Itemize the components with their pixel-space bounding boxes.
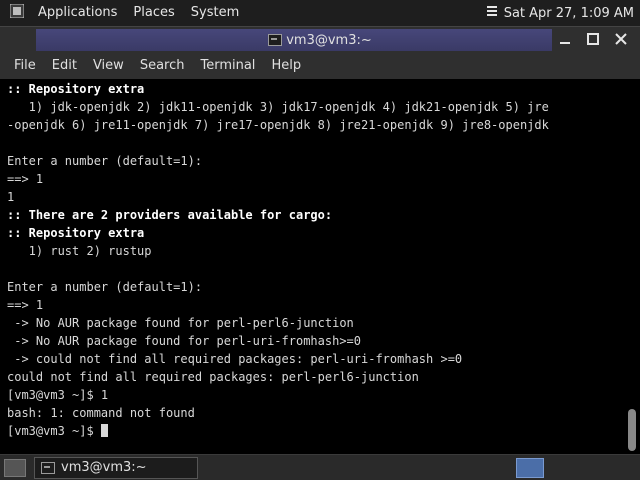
terminal-line: :: There are 2 providers available for c… bbox=[7, 208, 333, 222]
system-menu[interactable]: System bbox=[183, 0, 247, 26]
window-menubar: File Edit View Search Terminal Help bbox=[0, 53, 640, 79]
terminal-line: bash: 1: command not found bbox=[7, 406, 195, 420]
top-panel: Applications Places System Sat Apr 27, 1… bbox=[0, 0, 640, 26]
taskbar-task-label: vm3@vm3:~ bbox=[61, 460, 147, 475]
taskbar-terminal-button[interactable]: vm3@vm3:~ bbox=[34, 456, 198, 479]
menu-view[interactable]: View bbox=[85, 53, 132, 79]
terminal-icon bbox=[268, 34, 283, 46]
window-title-text: vm3@vm3:~ bbox=[286, 32, 372, 48]
workspace-switcher-icon[interactable] bbox=[516, 457, 544, 478]
terminal-line: 1 bbox=[7, 190, 15, 204]
menu-search[interactable]: Search bbox=[132, 53, 193, 79]
menu-icon[interactable] bbox=[486, 4, 498, 22]
menu-help[interactable]: Help bbox=[263, 53, 309, 79]
minimize-button[interactable] bbox=[554, 29, 576, 51]
terminal-line: [vm3@vm3 ~]$ 1 bbox=[7, 388, 109, 402]
menu-terminal[interactable]: Terminal bbox=[192, 53, 263, 79]
text-cursor bbox=[100, 424, 108, 437]
terminal-output[interactable]: :: Repository extra 1) jdk-openjdk 2) jd… bbox=[0, 79, 640, 455]
places-menu[interactable]: Places bbox=[125, 0, 182, 26]
applications-icon[interactable] bbox=[9, 3, 25, 22]
terminal-line: Enter a number (default=1): bbox=[7, 154, 203, 168]
terminal-line: ==> 1 bbox=[7, 298, 44, 312]
terminal-line: -> No AUR package found for perl-uri-fro… bbox=[7, 334, 362, 348]
terminal-line: 1) jdk-openjdk 2) jdk11-openjdk 3) jdk17… bbox=[7, 100, 549, 114]
terminal-line: ==> 1 bbox=[7, 172, 44, 186]
close-button[interactable] bbox=[610, 29, 632, 51]
terminal-prompt: [vm3@vm3 ~]$ bbox=[7, 424, 101, 438]
terminal-line: :: Repository extra bbox=[7, 82, 145, 96]
terminal-line: Enter a number (default=1): bbox=[7, 280, 203, 294]
terminal-line: 1) rust 2) rustup bbox=[7, 244, 152, 258]
terminal-line: -> No AUR package found for perl-perl6-j… bbox=[7, 316, 354, 330]
bottom-panel: vm3@vm3:~ bbox=[0, 454, 640, 480]
clock[interactable]: Sat Apr 27, 1:09 AM bbox=[504, 6, 640, 21]
window-controls bbox=[554, 29, 632, 51]
maximize-button[interactable] bbox=[582, 29, 604, 51]
terminal-line: -> could not find all required packages:… bbox=[7, 352, 463, 366]
menu-file[interactable]: File bbox=[6, 53, 44, 79]
terminal-line: -openjdk 6) jre11-openjdk 7) jre17-openj… bbox=[7, 118, 549, 132]
terminal-window: vm3@vm3:~ File Edit View Search Terminal… bbox=[0, 26, 640, 455]
terminal-scrollbar[interactable] bbox=[628, 83, 636, 451]
window-titlebar[interactable]: vm3@vm3:~ bbox=[0, 27, 640, 53]
terminal-icon bbox=[41, 461, 55, 474]
applications-menu[interactable]: Applications bbox=[30, 0, 125, 26]
window-title: vm3@vm3:~ bbox=[268, 33, 372, 48]
scrollbar-thumb[interactable] bbox=[628, 409, 636, 451]
terminal-line: :: Repository extra bbox=[7, 226, 145, 240]
terminal-line: could not find all required packages: pe… bbox=[7, 370, 419, 384]
show-desktop-icon[interactable] bbox=[4, 458, 26, 477]
menu-edit[interactable]: Edit bbox=[44, 53, 85, 79]
terminal-prompt-line: [vm3@vm3 ~]$ bbox=[7, 422, 640, 440]
